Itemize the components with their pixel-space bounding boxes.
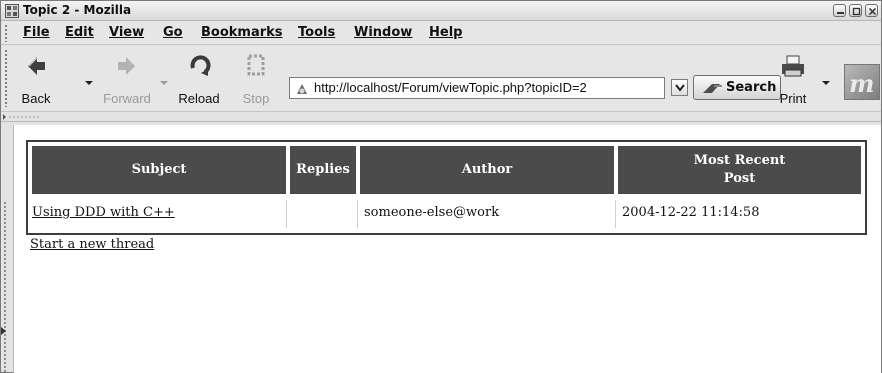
forward-label: Forward <box>103 91 151 106</box>
forward-arrow-icon <box>118 57 135 75</box>
menu-go[interactable]: Go <box>163 25 183 40</box>
topic-subject-link[interactable]: Using DDD with C++ <box>32 205 175 220</box>
stop-label: Stop <box>242 91 270 106</box>
row-divider <box>286 200 287 228</box>
minimize-icon <box>837 12 844 14</box>
menu-view-label: View <box>109 25 145 40</box>
menu-bar: File Edit View Go Bookmarks Tools Window… <box>1 21 881 45</box>
url-input[interactable]: http://localhost/Forum/viewTopic.php?top… <box>289 77 665 99</box>
window-title: Topic 2 - Mozilla <box>23 3 132 17</box>
topic-replies-cell <box>290 200 356 226</box>
row-divider <box>615 200 616 228</box>
tab-strip <box>1 112 881 122</box>
sidebar-toggle-icon[interactable] <box>1 327 6 335</box>
menubar-grip[interactable] <box>4 24 8 42</box>
start-new-thread-link[interactable]: Start a new thread <box>30 237 154 252</box>
browser-window: Topic 2 - Mozilla File Edit View Go Book… <box>0 0 882 373</box>
url-text: http://localhost/Forum/viewTopic.php?top… <box>314 80 587 95</box>
stop-button[interactable]: Stop <box>237 50 275 110</box>
print-dropdown-arrow[interactable] <box>822 81 830 85</box>
stop-icon <box>247 54 265 76</box>
mozilla-app-icon <box>5 4 19 18</box>
topic-author-cell: someone-else@work <box>364 205 500 220</box>
printer-icon <box>782 55 804 77</box>
page-proxy-icon <box>297 84 307 94</box>
menu-bookmarks-label: Bookmarks <box>201 25 283 40</box>
menu-go-label: Go <box>163 25 183 40</box>
maximize-icon <box>852 7 861 16</box>
mozilla-throbber[interactable]: m <box>844 64 880 100</box>
author-header: Author <box>360 146 614 194</box>
minimize-button[interactable] <box>833 4 846 17</box>
close-button[interactable] <box>865 4 878 17</box>
forward-button[interactable]: Forward <box>100 50 154 110</box>
search-button[interactable]: Search <box>693 75 781 100</box>
back-label: Back <box>21 91 51 106</box>
menu-view[interactable]: View <box>109 25 144 40</box>
menu-bookmarks[interactable]: Bookmarks <box>201 25 283 40</box>
reload-label: Reload <box>178 91 220 106</box>
menu-file[interactable]: File <box>23 25 50 40</box>
most-recent-header-line1: Most Recent <box>693 153 786 168</box>
menu-help[interactable]: Help <box>429 25 462 40</box>
menu-tools[interactable]: Tools <box>298 25 335 40</box>
reload-icon <box>190 55 211 76</box>
menu-window[interactable]: Window <box>354 25 412 40</box>
menu-help-label: Help <box>429 25 463 40</box>
replies-header: Replies <box>290 146 356 194</box>
menu-tools-label: Tools <box>298 25 336 40</box>
table-row: Using DDD with C++ <box>32 200 286 226</box>
menu-edit[interactable]: Edit <box>65 25 94 40</box>
subject-header: Subject <box>32 146 286 194</box>
search-icon <box>703 84 722 93</box>
topic-most-recent-post-cell: 2004-12-22 11:14:58 <box>622 205 760 220</box>
menu-edit-label: Edit <box>65 25 94 40</box>
forward-dropdown-arrow[interactable] <box>160 81 168 85</box>
topic-table: Subject Replies Author Most Recent Post … <box>26 140 867 235</box>
collapsed-toolbar-icon[interactable] <box>3 114 43 120</box>
sidebar-grip[interactable] <box>3 201 7 373</box>
url-history-dropdown[interactable] <box>671 79 688 96</box>
throbber-logo-icon: m <box>849 69 874 98</box>
menu-file-label: File <box>23 25 50 40</box>
chevron-down-icon <box>675 84 685 92</box>
menu-window-label: Window <box>354 25 413 40</box>
maximize-button[interactable] <box>849 4 862 17</box>
print-button[interactable]: Print <box>773 50 813 110</box>
back-button[interactable]: Back <box>17 50 55 110</box>
title-bar[interactable]: Topic 2 - Mozilla <box>1 1 881 21</box>
print-label: Print <box>779 91 807 106</box>
toolbar-grip[interactable] <box>4 49 8 107</box>
close-icon <box>868 7 877 16</box>
most-recent-post-header: Most Recent Post <box>618 146 861 194</box>
back-dropdown-arrow[interactable] <box>85 81 93 85</box>
navigation-toolbar: Back Forward Reload Stop http://localhos… <box>1 46 881 112</box>
search-label: Search <box>726 80 777 95</box>
row-divider <box>357 200 358 228</box>
page-content: Subject Replies Author Most Recent Post … <box>13 125 881 373</box>
most-recent-header-line2: Post <box>723 171 756 186</box>
reload-button[interactable]: Reload <box>173 50 225 110</box>
back-arrow-icon <box>28 57 45 75</box>
